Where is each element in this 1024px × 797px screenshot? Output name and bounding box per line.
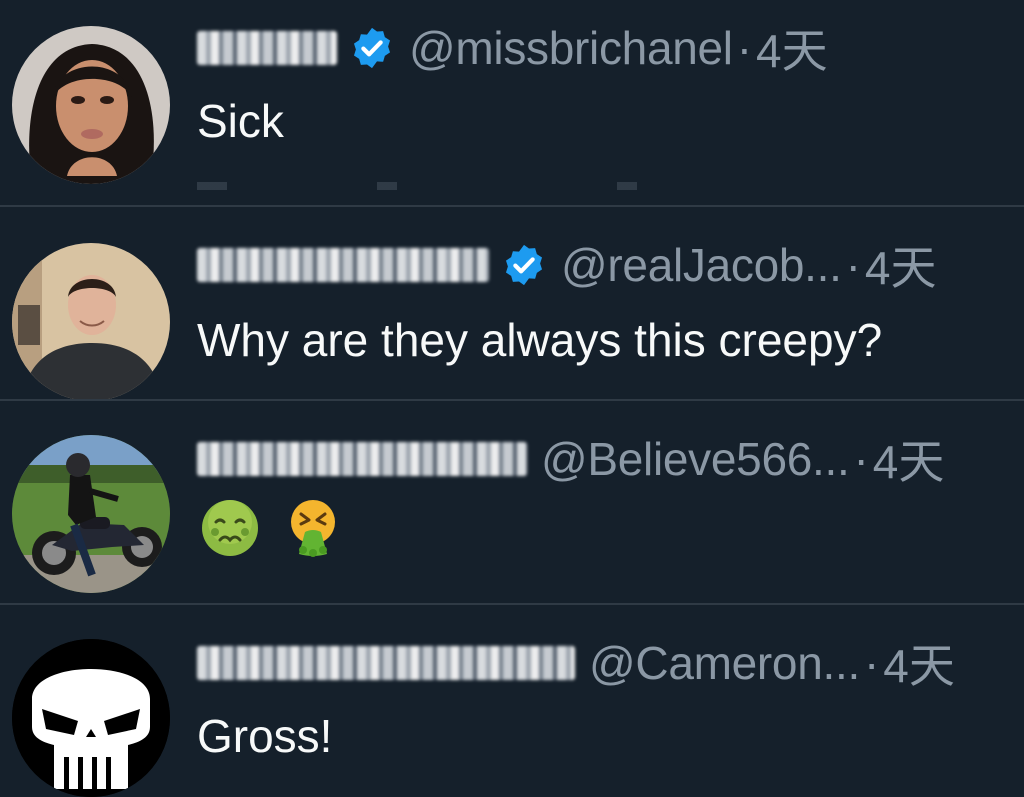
separator-dot: · (736, 22, 753, 74)
separator-dot: · (853, 433, 869, 485)
separator-dot: · (863, 637, 880, 689)
woman-portrait-avatar (12, 26, 170, 184)
timestamp[interactable]: 4天 (865, 232, 937, 298)
motorcycle-rider-avatar (12, 435, 170, 593)
nauseated-face-emoji (200, 498, 260, 558)
display-name-obscured[interactable] (197, 31, 337, 65)
reply-header: @Cameron... · 4天 (197, 635, 955, 692)
reply-text: Why are they always this creepy? (197, 314, 883, 366)
punisher-skull-avatar (12, 639, 170, 797)
reply-header: @missbrichanel · 4天 (197, 20, 828, 77)
reply-item[interactable]: @Cameron... · 4天 Gross! (0, 605, 1024, 797)
timestamp[interactable]: 4天 (756, 15, 828, 81)
reply-emoji-row (200, 497, 353, 558)
user-handle[interactable]: @realJacob... (561, 238, 842, 292)
avatar[interactable] (12, 26, 170, 184)
reply-header: @Believe566... · 4天 (197, 431, 944, 488)
reply-text: Gross! (197, 710, 333, 762)
reply-item[interactable]: @realJacob... · 4天 Why are they always t… (0, 207, 1024, 401)
user-handle[interactable]: @Cameron... (589, 636, 860, 690)
verified-badge-icon[interactable] (501, 242, 547, 288)
vomiting-face-emoji (283, 498, 343, 558)
avatar[interactable] (12, 639, 170, 797)
avatar[interactable] (12, 435, 170, 593)
reply-item[interactable]: @Believe566... · 4天 (0, 401, 1024, 603)
timestamp[interactable]: 4天 (883, 630, 955, 696)
separator-dot: · (845, 239, 861, 291)
reply-header: @realJacob... · 4天 (197, 237, 937, 294)
action-bar-peek (197, 182, 897, 190)
reply-text: Sick (197, 95, 284, 147)
user-handle[interactable]: @missbrichanel (409, 21, 733, 75)
reply-item[interactable]: @missbrichanel · 4天 Sick (0, 0, 1024, 205)
avatar[interactable] (12, 243, 170, 401)
display-name-obscured[interactable] (197, 442, 527, 476)
display-name-obscured[interactable] (197, 248, 489, 282)
display-name-obscured[interactable] (197, 646, 575, 680)
timestamp[interactable]: 4天 (873, 426, 945, 492)
man-portrait-avatar (12, 243, 170, 401)
user-handle[interactable]: @Believe566... (541, 432, 850, 486)
verified-badge-icon[interactable] (349, 25, 395, 71)
